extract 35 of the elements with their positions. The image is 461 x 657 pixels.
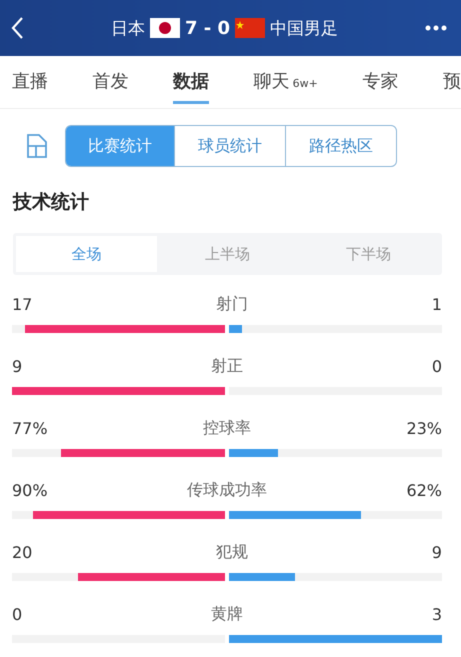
flag-icon xyxy=(150,18,180,38)
layout-icon[interactable] xyxy=(25,133,49,159)
more-icon[interactable] xyxy=(425,25,447,31)
stat-value: 17 xyxy=(12,294,32,314)
tab[interactable]: 预 xyxy=(442,60,461,104)
stat-value: 9 xyxy=(12,356,22,376)
segment-tab[interactable]: 球员统计 xyxy=(174,126,285,166)
stat-value: 1 xyxy=(432,294,442,314)
team-name: 日本 xyxy=(110,18,145,40)
stat-value: 3 xyxy=(432,604,442,624)
stat-value: 0 xyxy=(432,356,442,376)
tab[interactable]: 聊天 6w+ xyxy=(254,60,318,104)
section-title: 技术统计 xyxy=(12,190,90,215)
stat-value: 9 xyxy=(432,542,442,562)
tab[interactable]: 专家 xyxy=(362,60,398,104)
stat-name: 传球成功率 xyxy=(187,480,267,500)
stat-value: 62% xyxy=(406,480,442,500)
back-icon[interactable] xyxy=(10,16,24,40)
team-name: 中国男足 xyxy=(270,18,338,40)
stat-value: 23% xyxy=(406,418,442,438)
segment-tab[interactable]: 路径热区 xyxy=(285,126,396,166)
tab[interactable]: 数据 xyxy=(173,60,210,104)
stat-value: 20 xyxy=(12,542,32,562)
stat-name: 射正 xyxy=(211,356,243,376)
stat-value: 0 xyxy=(12,604,22,624)
score: 7 - 0 xyxy=(184,18,230,38)
stat-name: 射门 xyxy=(216,294,248,314)
stat-value: 77% xyxy=(12,418,48,438)
flag-icon xyxy=(235,18,266,38)
tab[interactable]: 首发 xyxy=(92,60,129,104)
stat-name: 犯规 xyxy=(216,542,248,562)
stat-name: 控球率 xyxy=(203,418,251,438)
tab[interactable]: 直播 xyxy=(12,60,48,104)
stat-name: 黄牌 xyxy=(211,604,243,624)
stat-value: 90% xyxy=(12,480,48,500)
